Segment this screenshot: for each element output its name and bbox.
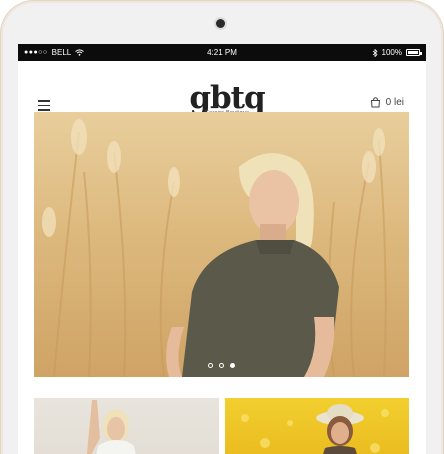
- screen: ●●●○○ BELL 4:21 PM 100% gbtq 0 lei: [18, 44, 426, 454]
- product-image-2: [241, 404, 389, 454]
- logo-text: gbtq: [189, 80, 265, 116]
- product-tile-2[interactable]: [225, 398, 409, 454]
- site-header: gbtq Garage Boutique 0 lei: [18, 61, 426, 116]
- camera-icon: [216, 19, 225, 28]
- signal-icon: ●●●○○: [24, 49, 48, 56]
- hero-slider[interactable]: [34, 112, 409, 377]
- slider-dots: [34, 363, 409, 368]
- slider-dot-3[interactable]: [230, 363, 235, 368]
- shopping-bag-icon: [370, 97, 380, 108]
- carrier-label: BELL: [51, 48, 72, 57]
- battery-icon: [406, 49, 422, 56]
- wifi-icon: [75, 49, 85, 56]
- bluetooth-icon: [372, 48, 378, 57]
- cart-button[interactable]: 0 lei: [370, 97, 404, 108]
- battery-percent: 100%: [381, 48, 402, 57]
- tablet-frame: ●●●○○ BELL 4:21 PM 100% gbtq 0 lei: [0, 0, 444, 454]
- hamburger-menu-icon[interactable]: [38, 100, 50, 111]
- status-bar: ●●●○○ BELL 4:21 PM 100%: [18, 44, 426, 61]
- slider-dot-2[interactable]: [219, 363, 224, 368]
- slider-dot-1[interactable]: [208, 363, 213, 368]
- product-tile-1[interactable]: [34, 398, 219, 454]
- product-image-1: [86, 400, 136, 454]
- hero-image: [42, 119, 387, 377]
- cart-total: 0 lei: [385, 97, 404, 108]
